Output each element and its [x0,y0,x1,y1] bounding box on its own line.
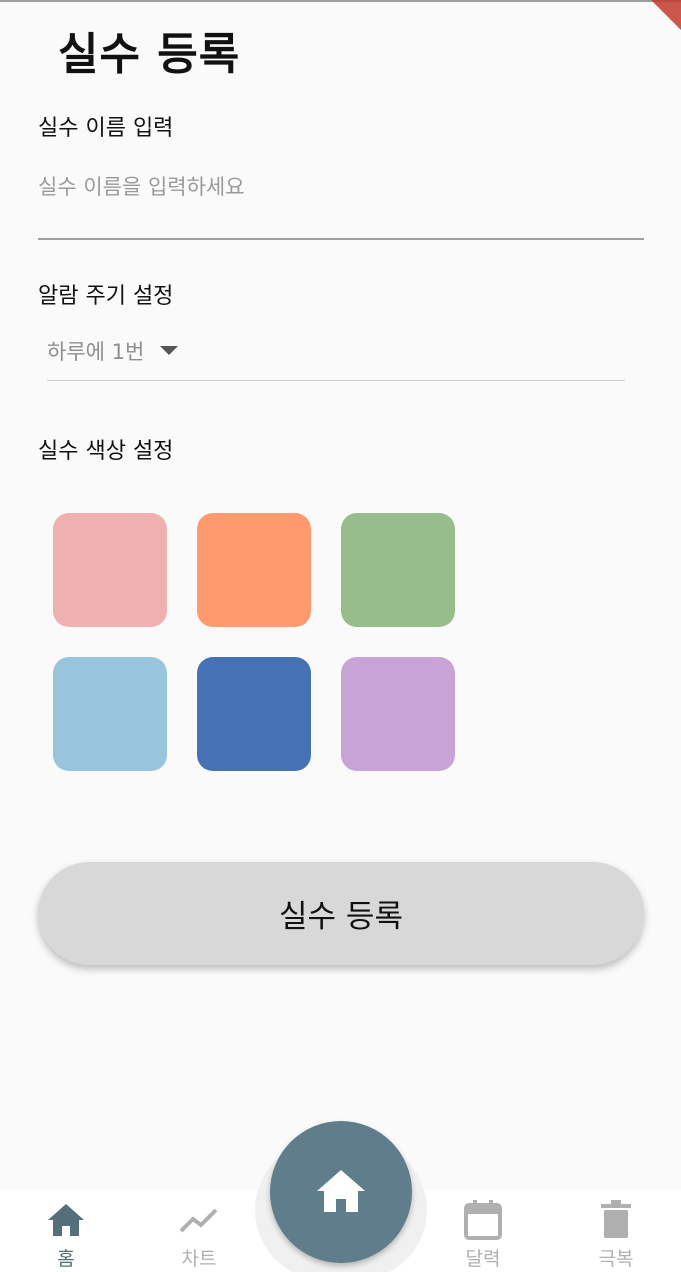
nav-item-overcome[interactable]: 극복 [566,1198,666,1272]
color-swatch-blue[interactable] [197,657,311,771]
home-icon [46,1198,86,1242]
nav-item-chart[interactable]: 차트 [149,1198,249,1272]
alarm-label: 알람 주기 설정 [38,284,174,309]
register-mistake-button[interactable]: 실수 등록 [38,862,644,965]
page-title: 실수 등록 [58,29,241,80]
color-label: 실수 색상 설정 [38,439,174,464]
color-swatch-orange[interactable] [197,513,311,627]
nav-label-home: 홈 [57,1248,75,1270]
nav-item-home[interactable]: 홈 [16,1198,116,1272]
color-swatch-purple[interactable] [341,657,455,771]
status-divider [0,0,681,2]
calendar-icon [463,1198,503,1242]
nav-label-overcome: 극복 [598,1248,634,1270]
chart-line-icon [179,1198,219,1242]
mistake-name-input[interactable] [38,160,644,240]
color-swatch-light-blue[interactable] [53,657,167,771]
name-label: 실수 이름 입력 [38,116,174,141]
caret-down-icon [160,346,179,355]
alarm-selected-value: 하루에 1번 [47,340,145,364]
color-swatch-pink[interactable] [53,513,167,627]
alarm-interval-dropdown[interactable]: 하루에 1번 [47,330,625,381]
home-icon [315,1168,367,1217]
nav-item-calendar[interactable]: 달력 [433,1198,533,1272]
color-swatch-green[interactable] [341,513,455,627]
nav-label-calendar: 달력 [465,1248,501,1270]
app-screen: 실수 등록 실수 이름 입력 알람 주기 설정 하루에 1번 실수 색상 설정 … [0,0,681,1272]
trash-icon [599,1198,633,1242]
nav-label-chart: 차트 [181,1248,217,1270]
home-fab-button[interactable] [270,1121,412,1263]
debug-banner [651,0,681,30]
